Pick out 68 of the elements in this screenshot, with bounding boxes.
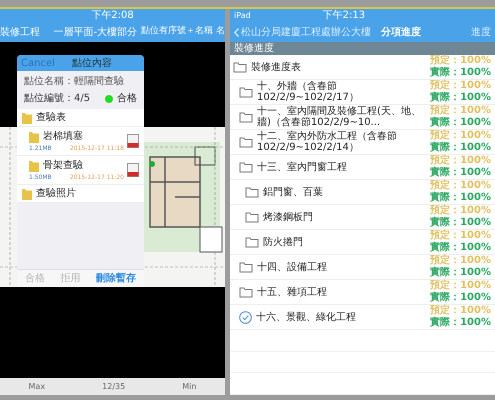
zoom-label: Min [182, 380, 196, 392]
actual-percent-text: 實際：100% [430, 67, 491, 79]
folder-icon [22, 188, 32, 200]
nav-title: 一層平面-大樓部分 [54, 26, 138, 40]
planned-percent-text: 預定：100% [430, 80, 491, 92]
status-time: 下午2:13 [322, 10, 366, 20]
status-label: 合格 [117, 92, 137, 106]
actual-percent-text: 實際：100% [430, 192, 491, 204]
dialog-title: 點位內容 [72, 56, 112, 70]
actual-percent-text: 實際：100% [430, 167, 491, 179]
actual-percent-text: 實際：100% [430, 117, 491, 129]
section-header: 裝修進度 [234, 44, 274, 54]
file-title[interactable]: 骨架查驗 [43, 158, 83, 173]
item-title[interactable]: 裝修進度表 [251, 62, 301, 72]
item-title[interactable]: 十五、雜項工程 [257, 286, 327, 298]
actual-percent-text: 實際：100% [430, 292, 491, 304]
actual-percent-text: 實際：100% [430, 92, 491, 104]
item-title[interactable]: 防火捲門 [263, 236, 303, 248]
point-name: 點位名稱：輕隔間查驗 [24, 74, 125, 89]
item-title[interactable]: 十三、室內門窗工程 [257, 162, 347, 172]
planned-percent-text: 預定：100% [430, 205, 491, 216]
folder-icon [245, 186, 259, 198]
item-title[interactable]: 十、外牆（含春節102/2/9~102/2/17） [257, 81, 427, 103]
planned-percent-text: 預定：100% [430, 305, 491, 316]
planned-percent-text: 預定：100% [430, 155, 491, 166]
actual-percent-text: 實際：100% [430, 317, 491, 329]
planned-percent-text: 預定：100% [430, 230, 491, 242]
planned-percent-text: 預定：100% [430, 55, 491, 66]
folder-icon [239, 111, 253, 123]
item-title[interactable]: 烤漆鋼板門 [263, 212, 313, 222]
folder-icon [239, 261, 253, 273]
item-title[interactable]: 十四、設備工程 [257, 262, 327, 272]
folder-title[interactable]: 查驗照片 [36, 186, 76, 201]
planned-percent-text: 預定：100% [430, 255, 491, 266]
folder-title[interactable]: 查驗表 [36, 110, 66, 125]
item-title[interactable]: 十一、室內隔間及裝修工程(天、地、牆)（含春節102/2/9~10... [257, 106, 427, 128]
folder-icon [29, 130, 39, 142]
planned-percent-text: 預定：100% [430, 105, 491, 116]
check-circle-icon [239, 310, 252, 324]
item-title[interactable]: 鋁門窗、百葉 [263, 186, 323, 198]
actual-percent-text: 實際：100% [430, 217, 491, 229]
status-time: 下午2:08 [91, 10, 134, 20]
planned-percent-text: 預定：100% [430, 130, 491, 142]
nav-title: 分項進度 [381, 25, 421, 40]
folder-icon [239, 86, 253, 98]
item-title[interactable]: 十六、景觀、綠化工程 [256, 312, 356, 322]
actual-percent-text: 實際：100% [430, 267, 491, 279]
zoom-label: Max [28, 380, 46, 392]
device-label: iPad [234, 12, 251, 20]
folder-icon [233, 61, 247, 73]
point-number: 點位編號：4/5 [24, 92, 90, 106]
folder-icon [239, 286, 253, 298]
file-title[interactable]: 岩棉填塞 [43, 129, 83, 144]
chevron-left-icon [234, 28, 239, 36]
item-title[interactable]: 十二、室內外防水工程（含春節102/2/9~102/2/14） [257, 131, 427, 153]
folder-icon [29, 160, 39, 172]
actual-percent-text: 實際：100% [430, 242, 491, 254]
folder-icon [239, 136, 253, 148]
folder-icon [245, 211, 259, 223]
zoom-label: 12/35 [102, 380, 126, 392]
planned-percent-text: 預定：100% [430, 180, 491, 192]
document-icon [127, 134, 139, 148]
actual-percent-text: 實際：100% [430, 142, 491, 154]
folder-icon [239, 161, 253, 173]
document-icon [127, 163, 139, 177]
folder-icon [245, 236, 259, 248]
planned-percent-text: 預定：100% [430, 280, 491, 292]
folder-icon [22, 112, 32, 124]
